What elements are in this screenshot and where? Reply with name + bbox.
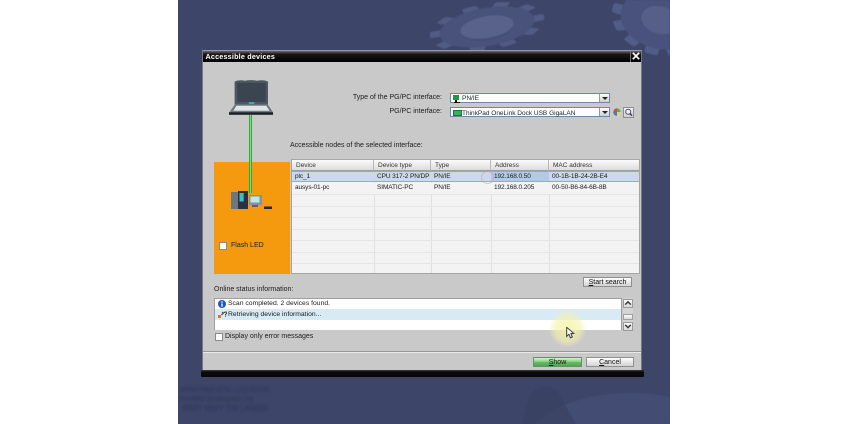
svg-text:?: ?	[224, 312, 228, 319]
